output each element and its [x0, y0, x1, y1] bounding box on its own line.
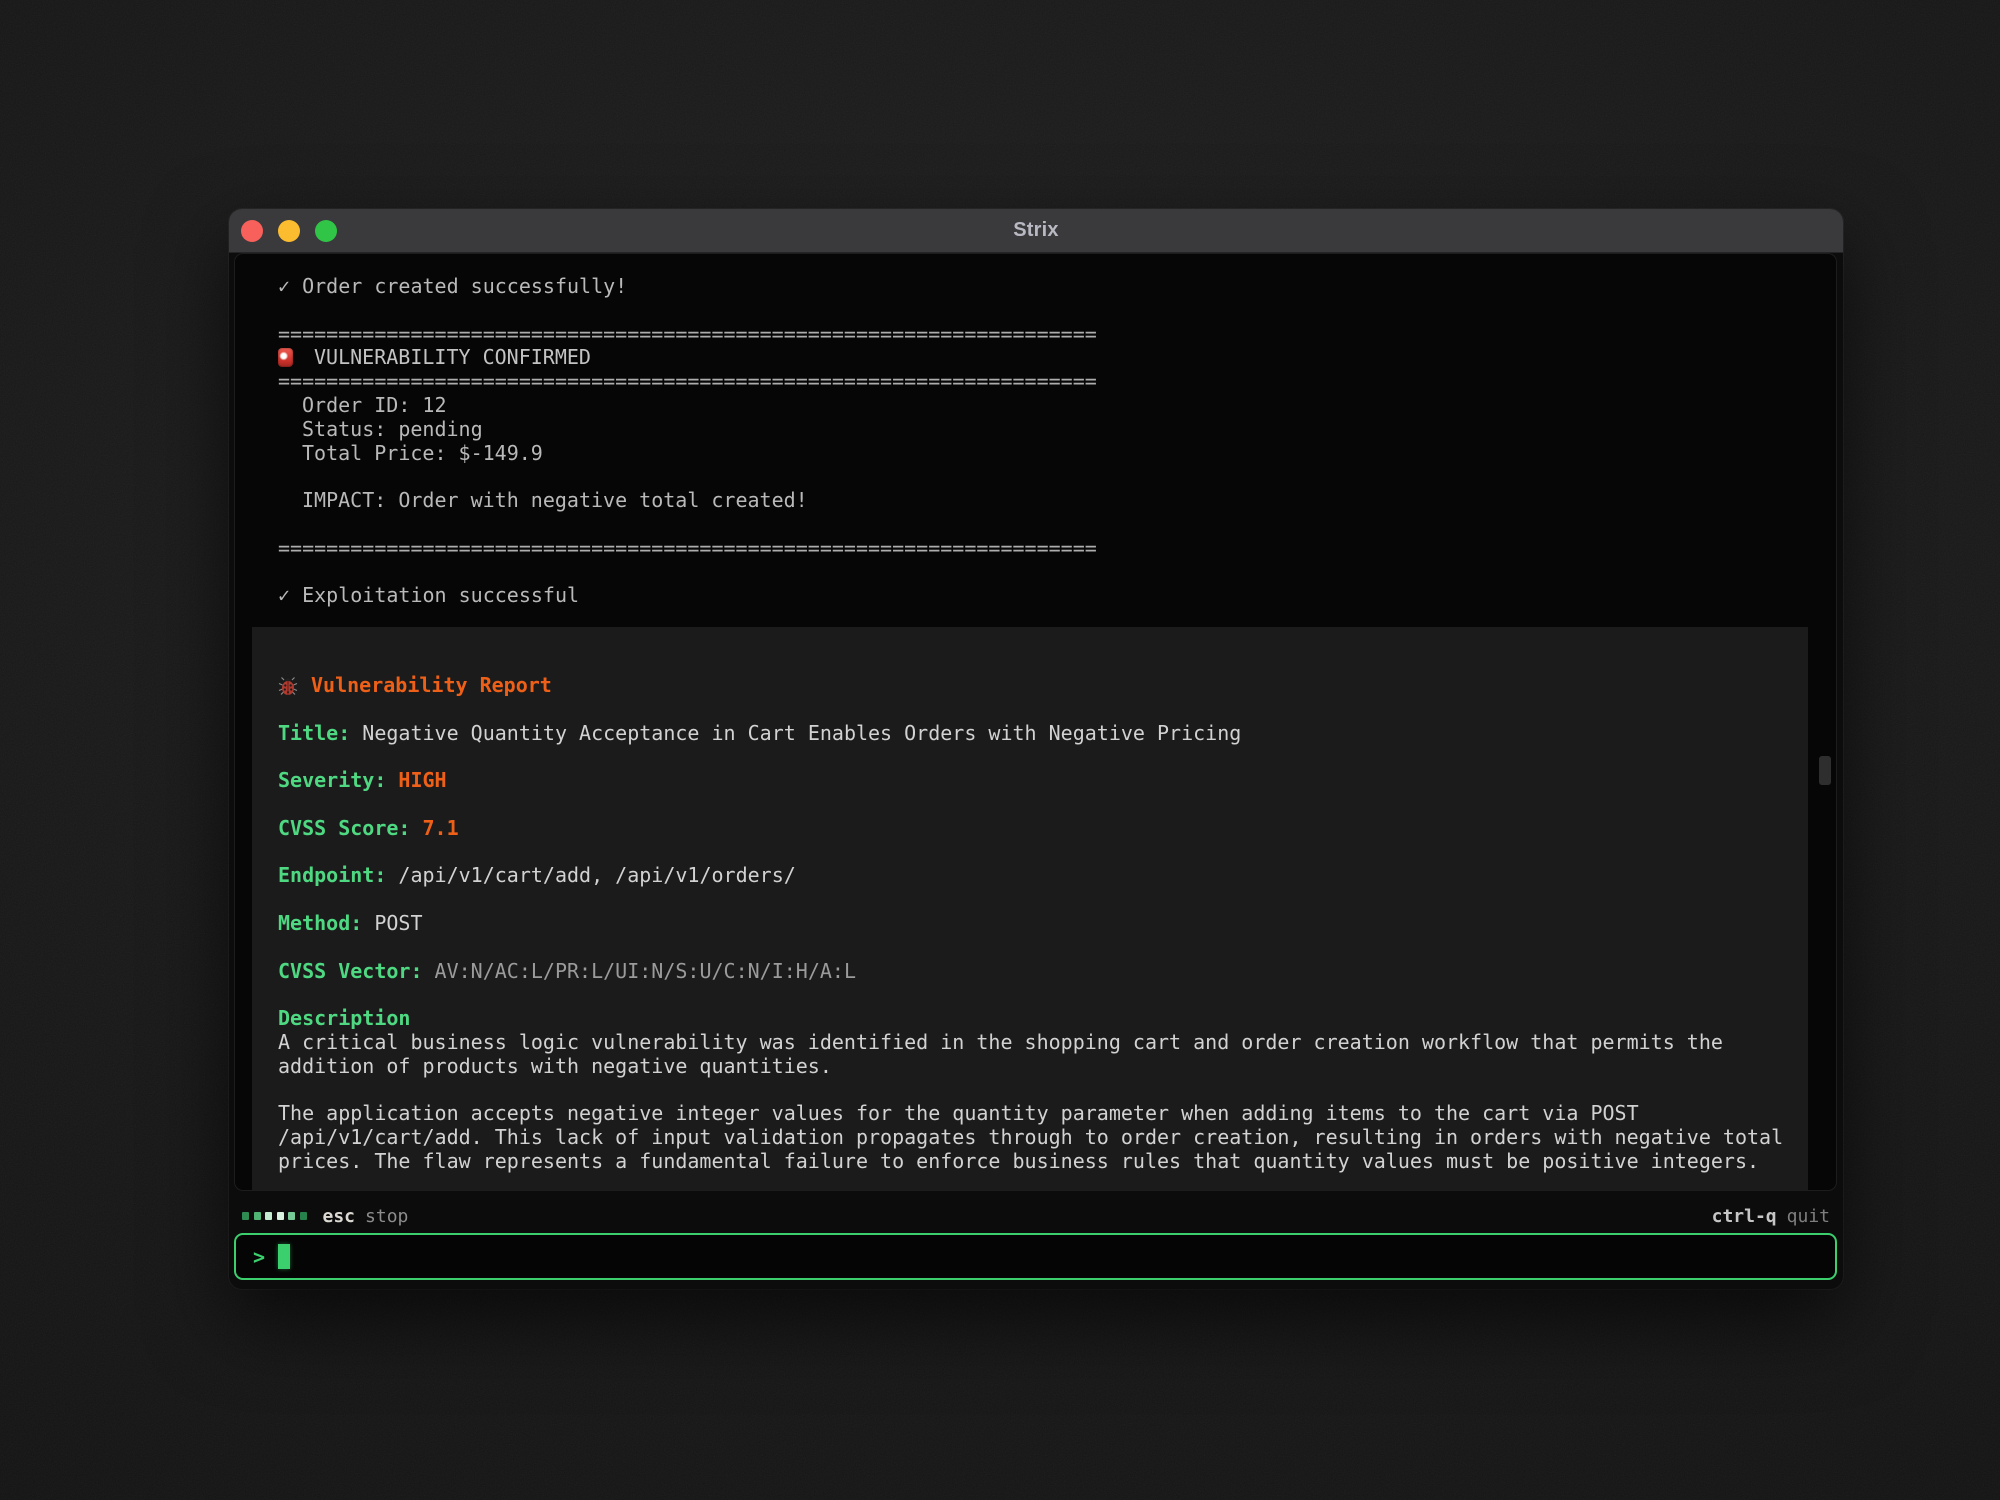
- command-input[interactable]: >: [234, 1233, 1837, 1280]
- quit-key-hint: ctrl-q quit: [1712, 1204, 1830, 1228]
- severity-badge: HIGH: [398, 768, 446, 792]
- agent-log: ✓ Order created successfully! ==========…: [235, 254, 1836, 608]
- zoom-button[interactable]: [315, 220, 337, 242]
- stop-key-hint: esc stop: [242, 1204, 408, 1228]
- vulnerability-confirmed-heading: VULNERABILITY CONFIRMED: [278, 346, 1836, 370]
- log-order-status: Status: pending: [278, 418, 1836, 442]
- log-order-id: Order ID: 12: [278, 394, 1836, 418]
- activity-spinner: [242, 1212, 307, 1220]
- vulnerability-report-panel: Vulnerability Report Title: Negative Qua…: [252, 627, 1808, 1191]
- report-method-row: Method: POST: [278, 912, 1808, 936]
- report-title-row: Title: Negative Quantity Acceptance in C…: [278, 722, 1808, 746]
- separator-line: ========================================…: [278, 370, 1836, 394]
- text-cursor: [278, 1244, 290, 1269]
- check-icon: ✓: [278, 583, 290, 607]
- check-icon: ✓: [278, 274, 290, 298]
- close-button[interactable]: [241, 220, 263, 242]
- log-total-price: Total Price: $-149.9: [278, 442, 1836, 466]
- report-endpoint-row: Endpoint: /api/v1/cart/add, /api/v1/orde…: [278, 864, 1808, 888]
- separator-line: ========================================…: [278, 323, 1836, 347]
- description-heading: Description: [278, 1007, 1808, 1031]
- esc-key-label: esc: [323, 1206, 356, 1227]
- bug-icon: [278, 676, 298, 702]
- description-paragraph-1: A critical business logic vulnerability …: [278, 1031, 1790, 1079]
- separator-line: ========================================…: [278, 537, 1836, 561]
- siren-icon: [278, 348, 293, 367]
- report-heading: Vulnerability Report: [278, 674, 1808, 698]
- log-exploitation-success: ✓ Exploitation successful: [278, 584, 1836, 608]
- report-cvss-vector-row: CVSS Vector: AV:N/AC:L/PR:L/UI:N/S:U/C:N…: [278, 960, 1808, 984]
- traffic-lights: [241, 209, 337, 253]
- quit-key-label: ctrl-q: [1712, 1206, 1777, 1227]
- log-order-created: ✓ Order created successfully!: [278, 275, 1836, 299]
- description-paragraph-2: The application accepts negative integer…: [278, 1102, 1790, 1173]
- log-impact: IMPACT: Order with negative total create…: [278, 489, 1836, 513]
- esc-key-action: stop: [365, 1206, 408, 1227]
- terminal-output[interactable]: ✓ Order created successfully! ==========…: [234, 253, 1837, 1191]
- titlebar[interactable]: Strix: [229, 209, 1843, 253]
- strix-window: Strix ✓ Order created successfully! ====…: [229, 209, 1843, 1289]
- quit-key-action: quit: [1787, 1206, 1830, 1227]
- report-cvss-score-row: CVSS Score: 7.1: [278, 817, 1808, 841]
- scrollbar-thumb[interactable]: [1819, 756, 1831, 785]
- prompt-chevron: >: [253, 1247, 265, 1267]
- minimize-button[interactable]: [278, 220, 300, 242]
- cvss-score-value: 7.1: [423, 816, 459, 840]
- window-title: Strix: [1013, 219, 1058, 242]
- report-severity-row: Severity: HIGH: [278, 769, 1808, 793]
